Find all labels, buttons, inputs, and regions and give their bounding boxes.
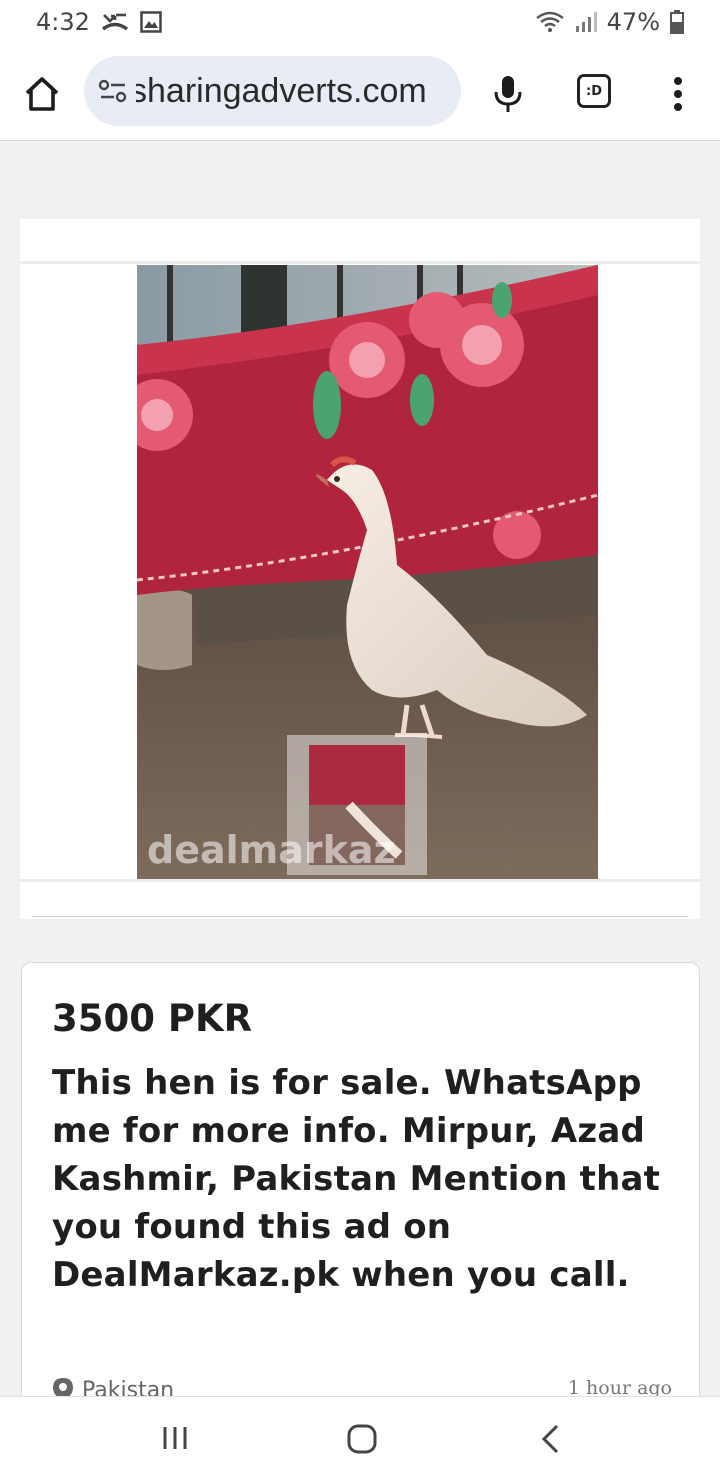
back-icon[interactable] <box>538 1423 562 1455</box>
wifi-icon <box>535 11 564 32</box>
listing-image-card: dealmarkaz <box>20 219 700 919</box>
system-nav-bar <box>0 1396 720 1480</box>
hen-photo[interactable]: dealmarkaz <box>137 265 598 879</box>
divider <box>32 916 688 917</box>
divider <box>20 261 700 264</box>
missed-call-icon <box>101 13 128 31</box>
battery-icon <box>670 10 684 34</box>
listing-description: This hen is for sale. WhatsApp me for mo… <box>52 1063 661 1295</box>
image-icon <box>140 11 162 33</box>
signal-icon <box>575 12 597 32</box>
status-bar: 4:32 47% <box>0 0 720 44</box>
home-nav-icon[interactable] <box>346 1423 378 1455</box>
listing-card[interactable]: 3500 PKR This hen is for sale. WhatsApp … <box>21 962 700 1422</box>
mic-icon[interactable] <box>493 74 523 114</box>
url-text[interactable]: sharingadverts.com <box>136 70 454 112</box>
more-vert-icon[interactable] <box>668 74 688 114</box>
tab-switcher-button[interactable]: :D <box>577 74 611 108</box>
browser-toolbar: sharingadverts.com :D <box>0 44 720 141</box>
hen-photo-image: dealmarkaz <box>137 265 598 879</box>
address-bar[interactable]: sharingadverts.com <box>84 56 461 126</box>
status-time: 4:32 <box>36 8 90 36</box>
battery-percent: 47% <box>606 8 660 36</box>
image-watermark: dealmarkaz <box>147 828 396 872</box>
divider <box>20 879 700 882</box>
home-icon[interactable] <box>22 74 62 114</box>
screen: 4:32 47% sharingadverts.com:D dealmarka… <box>0 0 720 1480</box>
listing-price: 3500 PKR <box>52 997 253 1040</box>
recents-icon[interactable] <box>160 1423 190 1453</box>
site-settings-icon[interactable] <box>98 78 128 104</box>
